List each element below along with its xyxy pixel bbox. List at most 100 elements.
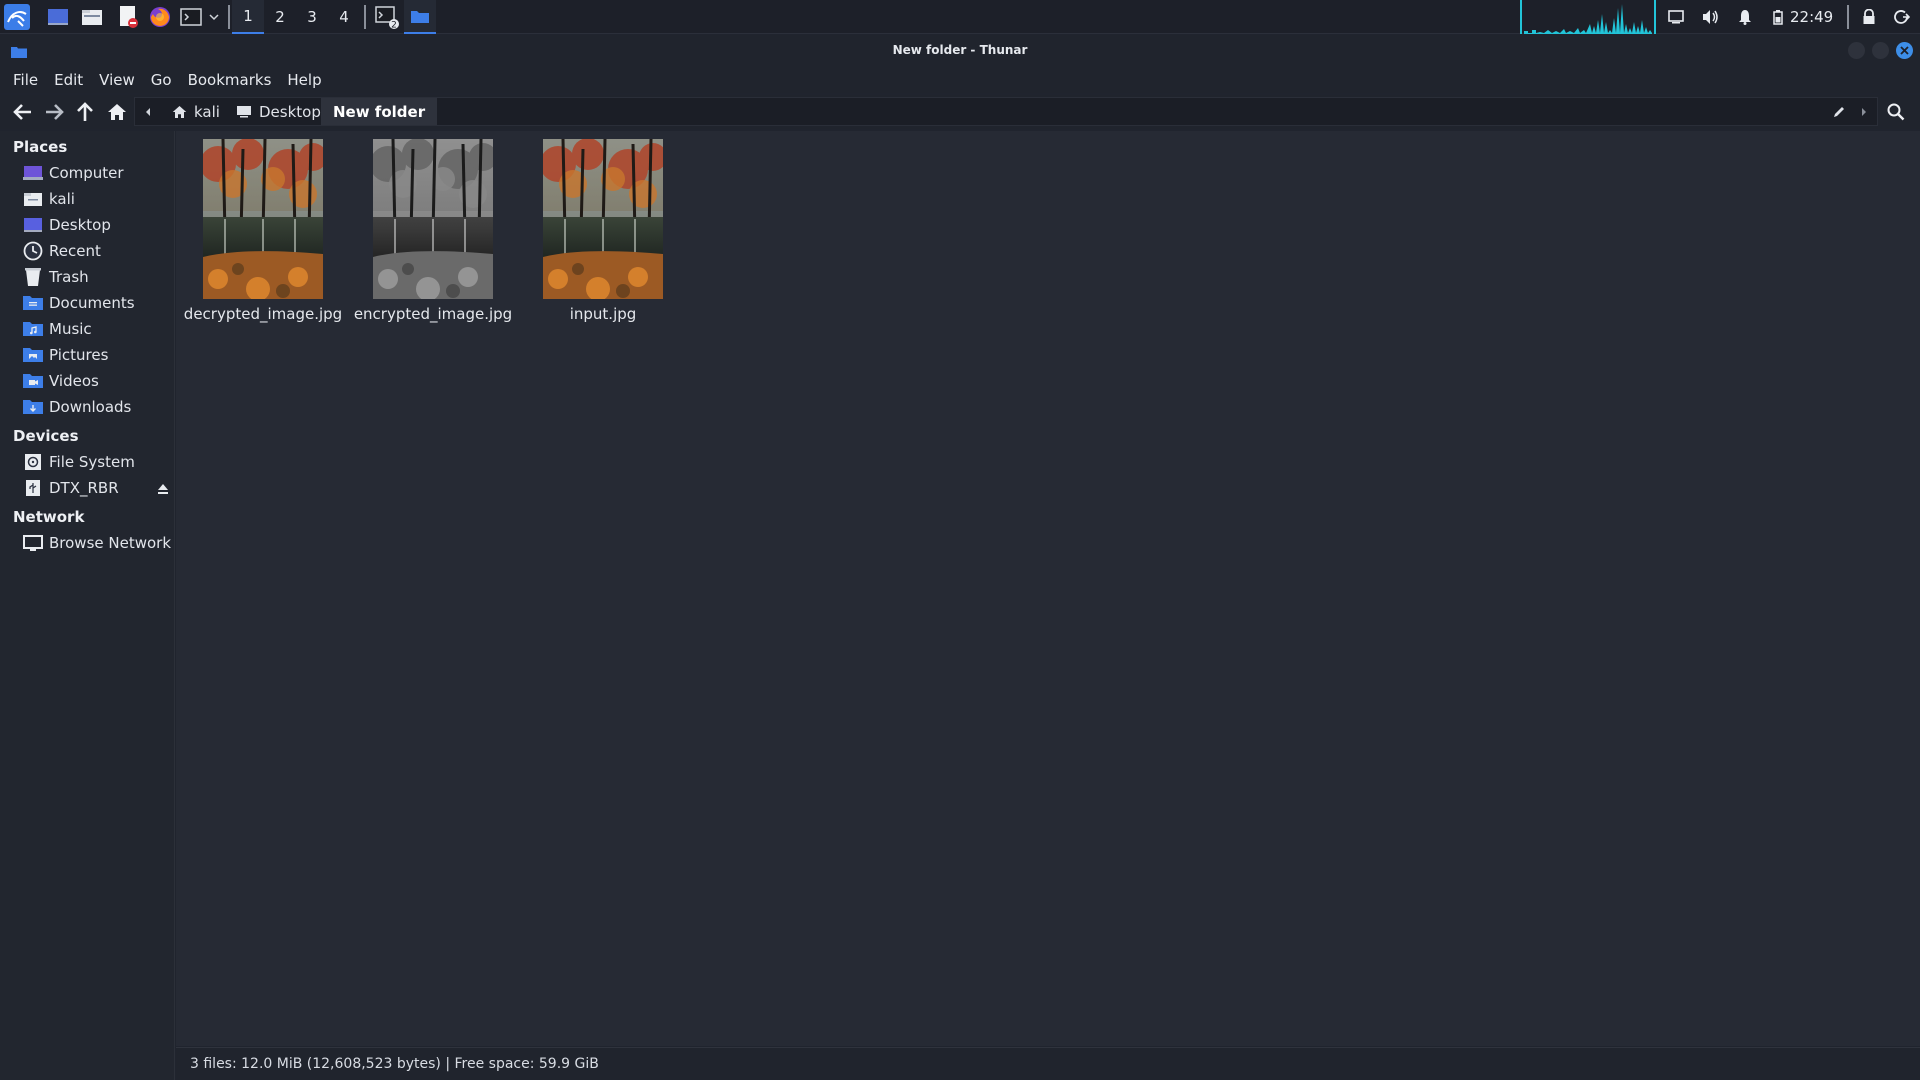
sidebar-section-devices[interactable]: Devices <box>13 427 79 445</box>
pathbar-scroll-left[interactable] <box>139 98 157 125</box>
sidebar-item-computer[interactable]: Computer <box>22 161 172 185</box>
sidebar-item-pictures[interactable]: Pictures <box>22 343 172 367</box>
logout-icon[interactable] <box>1890 3 1914 31</box>
videos-folder-icon <box>22 371 44 391</box>
file-item[interactable]: encrypted_image.jpg <box>353 139 513 323</box>
file-item[interactable]: decrypted_image.jpg <box>184 139 342 323</box>
kali-menu-icon[interactable] <box>2 3 32 31</box>
display-icon[interactable] <box>1664 3 1688 31</box>
cpu-graph[interactable] <box>1520 0 1656 34</box>
image-thumbnail <box>203 139 323 299</box>
up-button[interactable] <box>72 99 98 125</box>
power-manager-icon[interactable] <box>1768 3 1788 31</box>
close-button[interactable] <box>1896 42 1913 59</box>
taskbar-thunar-button[interactable] <box>404 0 436 34</box>
sidebar: Places Computer kali Desktop Recent Tras… <box>0 131 175 1080</box>
sidebar-item-downloads[interactable]: Downloads <box>22 395 172 419</box>
hard-drive-icon <box>22 452 44 472</box>
eject-button[interactable] <box>157 481 171 495</box>
workspace-2[interactable]: 2 <box>264 0 296 34</box>
search-button[interactable] <box>1883 99 1909 125</box>
crumb-label: Desktop <box>259 102 321 121</box>
workspace-4[interactable]: 4 <box>328 0 360 34</box>
terminal-badge: 2 <box>391 21 397 31</box>
volume-icon[interactable] <box>1698 3 1722 31</box>
network-monitor-icon <box>22 533 44 553</box>
search-icon <box>1887 103 1905 121</box>
sidebar-item-trash[interactable]: Trash <box>22 265 172 289</box>
file-manager-icon[interactable] <box>78 3 106 31</box>
sidebar-item-label: Recent <box>49 242 101 260</box>
menu-help[interactable]: Help <box>279 71 329 89</box>
sidebar-item-label: Documents <box>49 294 135 312</box>
workspace-3[interactable]: 3 <box>296 0 328 34</box>
text-editor-icon[interactable] <box>114 3 142 31</box>
minimize-button[interactable] <box>1848 42 1865 59</box>
sidebar-section-network[interactable]: Network <box>13 508 84 526</box>
menu-view[interactable]: View <box>91 71 143 89</box>
menu-file[interactable]: File <box>5 71 46 89</box>
sidebar-item-label: Videos <box>49 372 99 390</box>
file-view[interactable]: decrypted_image.jpg encrypted_image.jpg <box>176 131 1920 1046</box>
computer-icon <box>22 163 44 183</box>
sidebar-section-places[interactable]: Places <box>13 138 67 156</box>
window-titlebar[interactable]: New folder - Thunar <box>0 35 1920 66</box>
arrow-right-icon <box>46 104 64 120</box>
forward-button[interactable] <box>41 99 67 125</box>
crumb-current[interactable]: New folder <box>321 98 438 125</box>
sidebar-item-label: Browse Network <box>49 534 172 552</box>
panel-separator <box>228 5 230 29</box>
maximize-button[interactable] <box>1872 42 1889 59</box>
menu-go[interactable]: Go <box>143 71 180 89</box>
sidebar-item-videos[interactable]: Videos <box>22 369 172 393</box>
workspace-1[interactable]: 1 <box>232 0 264 34</box>
terminal-icon[interactable] <box>178 3 204 31</box>
clock[interactable]: 22:49 <box>1790 0 1833 34</box>
sidebar-item-browse-network[interactable]: Browse Network <box>22 531 172 555</box>
pathbar[interactable]: kali Desktop New folder <box>134 97 1878 126</box>
chevron-right-icon <box>1862 107 1866 116</box>
sidebar-item-music[interactable]: Music <box>22 317 172 341</box>
statusbar: 3 files: 12.0 MiB (12,608,523 bytes) | F… <box>176 1047 1920 1080</box>
recent-clock-icon <box>22 241 44 261</box>
file-item[interactable]: input.jpg <box>525 139 681 323</box>
sidebar-item-label: Computer <box>49 164 124 182</box>
image-thumbnail <box>543 139 663 299</box>
window-title: New folder - Thunar <box>892 43 1028 57</box>
pictures-folder-icon <box>22 345 44 365</box>
sidebar-item-desktop[interactable]: Desktop <box>22 213 172 237</box>
usb-drive-icon <box>22 478 44 498</box>
workspace-label: 2 <box>275 8 285 26</box>
workspace-label: 3 <box>307 8 317 26</box>
menu-edit[interactable]: Edit <box>46 71 91 89</box>
crumb-kali[interactable]: kali <box>167 98 225 125</box>
desktop-folder-icon <box>237 106 251 118</box>
sidebar-item-label: Music <box>49 320 92 338</box>
terminal-dropdown-chevron-icon[interactable] <box>206 3 222 31</box>
sidebar-item-label: DTX_RBR <box>49 479 119 497</box>
home-button[interactable] <box>104 99 130 125</box>
edit-location-button[interactable] <box>1827 98 1851 125</box>
pathbar-scroll-right[interactable] <box>1855 98 1873 125</box>
crumb-label: kali <box>194 102 220 121</box>
sidebar-item-label: Trash <box>49 268 89 286</box>
lock-screen-icon[interactable] <box>1858 3 1880 31</box>
pencil-icon <box>1834 106 1844 117</box>
crumb-desktop[interactable]: Desktop <box>231 98 326 125</box>
sidebar-item-dtx-rbr[interactable]: DTX_RBR <box>22 476 172 500</box>
menu-bookmarks[interactable]: Bookmarks <box>180 71 280 89</box>
file-name: encrypted_image.jpg <box>353 305 513 323</box>
back-button[interactable] <box>10 99 36 125</box>
sidebar-item-label: Downloads <box>49 398 132 416</box>
sidebar-item-kali[interactable]: kali <box>22 187 172 211</box>
arrow-left-icon <box>13 104 31 120</box>
downloads-folder-icon <box>22 397 44 417</box>
firefox-icon[interactable] <box>146 3 174 31</box>
notification-bell-icon[interactable] <box>1734 3 1756 31</box>
sidebar-item-file-system[interactable]: File System <box>22 450 172 474</box>
sidebar-item-documents[interactable]: Documents <box>22 291 172 315</box>
taskbar-terminal-button[interactable]: 2 <box>372 3 402 31</box>
desktop-icon[interactable] <box>44 3 72 31</box>
sidebar-item-recent[interactable]: Recent <box>22 239 172 263</box>
documents-folder-icon <box>22 293 44 313</box>
